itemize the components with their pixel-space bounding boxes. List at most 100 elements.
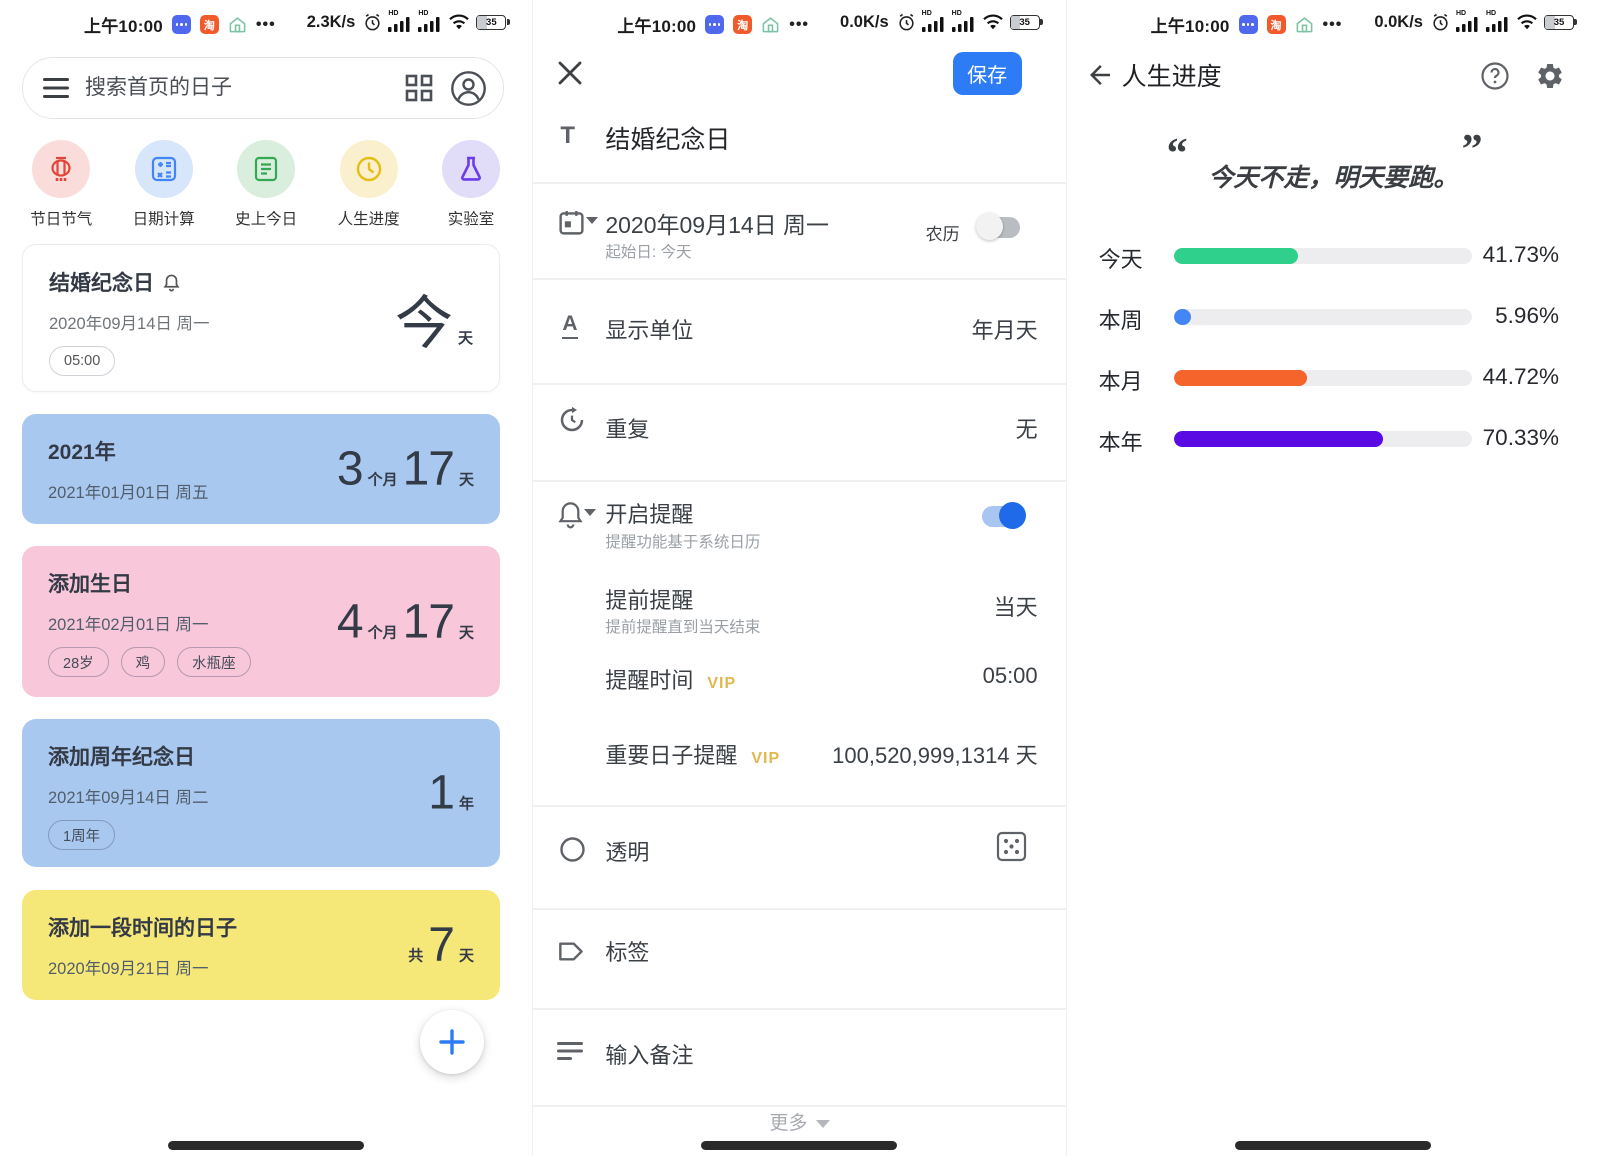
category-lab[interactable]: 实验室: [423, 140, 519, 229]
back-arrow-icon[interactable]: [1085, 60, 1115, 90]
age-chip: 28岁: [48, 647, 109, 677]
event-name-field[interactable]: 结婚纪念日: [605, 120, 730, 156]
display-unit-value[interactable]: 年月天: [972, 313, 1038, 345]
battery-icon: 35: [476, 15, 506, 30]
event-card-anniversary[interactable]: 添加周年纪念日 2021年09月14日 周二 1周年 1 年: [22, 719, 500, 867]
search-bar: [22, 57, 504, 119]
transparent-label: 透明: [605, 835, 649, 867]
tag-label[interactable]: 标签: [605, 935, 649, 967]
add-event-fab[interactable]: [420, 1010, 484, 1074]
progress-track: [1174, 248, 1472, 264]
countdown-unit: 个月: [368, 469, 398, 490]
progress-fill: [1174, 370, 1307, 386]
event-card-2021[interactable]: 2021年 2021年01月01日 周五 3 个月 17 天: [22, 414, 500, 524]
grid-view-icon[interactable]: [405, 74, 433, 102]
category-life-progress[interactable]: 人生进度: [321, 140, 417, 229]
countdown-number: 3: [337, 442, 363, 497]
card-countdown: 4 个月 17 天: [337, 594, 474, 649]
event-card-wedding[interactable]: 结婚纪念日 2020年09月14日 周一 05:00 今 天: [22, 244, 500, 392]
category-history-today[interactable]: 史上今日: [218, 140, 314, 229]
status-bar: 上午10:00 淘 ••• 0.0K/s HD HD 35: [1067, 12, 1600, 46]
constellation-chip: 水瓶座: [177, 647, 251, 677]
status-more-icon: •••: [256, 16, 276, 34]
alarm-icon: [897, 13, 916, 32]
advance-remind-value[interactable]: 当天: [994, 590, 1038, 622]
time-chip: 05:00: [49, 346, 115, 376]
vip-badge: VIP: [707, 675, 736, 692]
chat-app-icon: [1239, 15, 1258, 34]
event-card-birthday[interactable]: 添加生日 2021年02月01日 周一 28岁 鸡 水瓶座 4 个月 17 天: [22, 546, 500, 697]
plus-icon: [437, 1027, 467, 1057]
status-bar: 上午10:00 淘 ••• 2.3K/s HD HD 35: [0, 12, 532, 46]
countdown-number: 7: [428, 918, 454, 973]
alarm-icon: [1431, 13, 1450, 32]
more-link[interactable]: 更多: [533, 1108, 1065, 1135]
card-title: 添加一段时间的日子: [48, 912, 237, 942]
card-date: 2021年09月14日 周二: [48, 784, 474, 808]
home-indicator[interactable]: [1235, 1141, 1431, 1150]
card-title: 2021年: [48, 436, 116, 466]
category-label: 实验室: [448, 207, 495, 229]
event-date-sub: 起始日: 今天: [605, 240, 691, 262]
repeat-label: 重复: [605, 412, 649, 444]
settings-gear-icon[interactable]: [1535, 61, 1565, 91]
page-title: 人生进度: [1122, 57, 1222, 93]
event-date-value[interactable]: 2020年09月14日 周一: [605, 206, 829, 240]
card-title: 添加周年纪念日: [48, 741, 195, 771]
progress-value: 41.73%: [1483, 242, 1559, 268]
menu-icon[interactable]: [43, 77, 69, 99]
progress-row-month: 本月 44.72%: [1067, 363, 1600, 393]
alarm-icon: [363, 13, 382, 32]
countdown-number: 17: [403, 594, 454, 649]
screen-editor: 上午10:00 淘 ••• 0.0K/s HD HD 35 保存 T 结婚纪念日: [533, 0, 1066, 1156]
close-icon[interactable]: [555, 58, 585, 88]
advance-remind-sub: 提前提醒直到当天结束: [605, 615, 760, 637]
card-countdown: 共 7 天: [408, 918, 474, 973]
taobao-app-icon: 淘: [1267, 15, 1286, 34]
app-screenshot-triptych: 上午10:00 淘 ••• 2.3K/s HD HD 35: [0, 0, 1600, 1156]
help-icon[interactable]: [1480, 61, 1510, 91]
progress-label: 今天: [1099, 242, 1143, 274]
lunar-toggle[interactable]: [976, 213, 1022, 241]
card-countdown: 3 个月 17 天: [337, 442, 474, 497]
reminder-toggle[interactable]: [980, 502, 1026, 530]
remind-time-value[interactable]: 05:00: [983, 663, 1038, 689]
taobao-app-icon: 淘: [733, 15, 752, 34]
category-label: 人生进度: [338, 207, 400, 229]
transparent-circle-icon: [559, 836, 586, 868]
display-unit-label: 显示单位: [605, 313, 693, 345]
bell-icon: [163, 273, 180, 292]
reminder-sub: 提醒功能基于系统日历: [605, 530, 760, 552]
countdown-unit: 个月: [368, 621, 398, 642]
countdown-prefix: 共: [408, 945, 423, 966]
calendar-icon[interactable]: [557, 208, 598, 242]
notes-label[interactable]: 输入备注: [605, 1038, 693, 1070]
home-indicator[interactable]: [168, 1141, 364, 1150]
category-label: 史上今日: [235, 207, 297, 229]
wifi-icon: [982, 13, 1004, 31]
important-days-value[interactable]: 100,520,999,1314 天: [832, 738, 1038, 770]
signal-hd-icon-2: HD: [1486, 12, 1510, 32]
countdown-unit: 天: [459, 621, 474, 642]
anniversary-chip: 1周年: [48, 820, 115, 850]
lantern-icon: [32, 140, 90, 198]
category-festivals[interactable]: 节日节气: [13, 140, 109, 229]
event-card-period[interactable]: 添加一段时间的日子 2020年09月21日 周一 共 7 天: [22, 890, 500, 1000]
progress-fill: [1174, 431, 1384, 447]
progress-track: [1174, 370, 1472, 386]
dice-icon[interactable]: [995, 830, 1028, 868]
home-indicator[interactable]: [701, 1141, 897, 1150]
category-date-calc[interactable]: 日期计算: [116, 140, 212, 229]
search-input[interactable]: [85, 76, 405, 100]
progress-fill: [1174, 248, 1298, 264]
progress-label: 本周: [1099, 303, 1143, 335]
save-button[interactable]: 保存: [953, 52, 1022, 95]
card-countdown: 1 年: [428, 766, 474, 821]
account-avatar-icon[interactable]: [450, 70, 487, 107]
signal-hd-icon-2: HD: [952, 12, 976, 32]
signal-hd-icon-1: HD: [1456, 12, 1480, 32]
battery-icon: 35: [1010, 15, 1040, 30]
repeat-value[interactable]: 无: [1016, 412, 1038, 444]
countdown-unit: 天: [458, 327, 473, 348]
battery-icon: 35: [1544, 15, 1574, 30]
